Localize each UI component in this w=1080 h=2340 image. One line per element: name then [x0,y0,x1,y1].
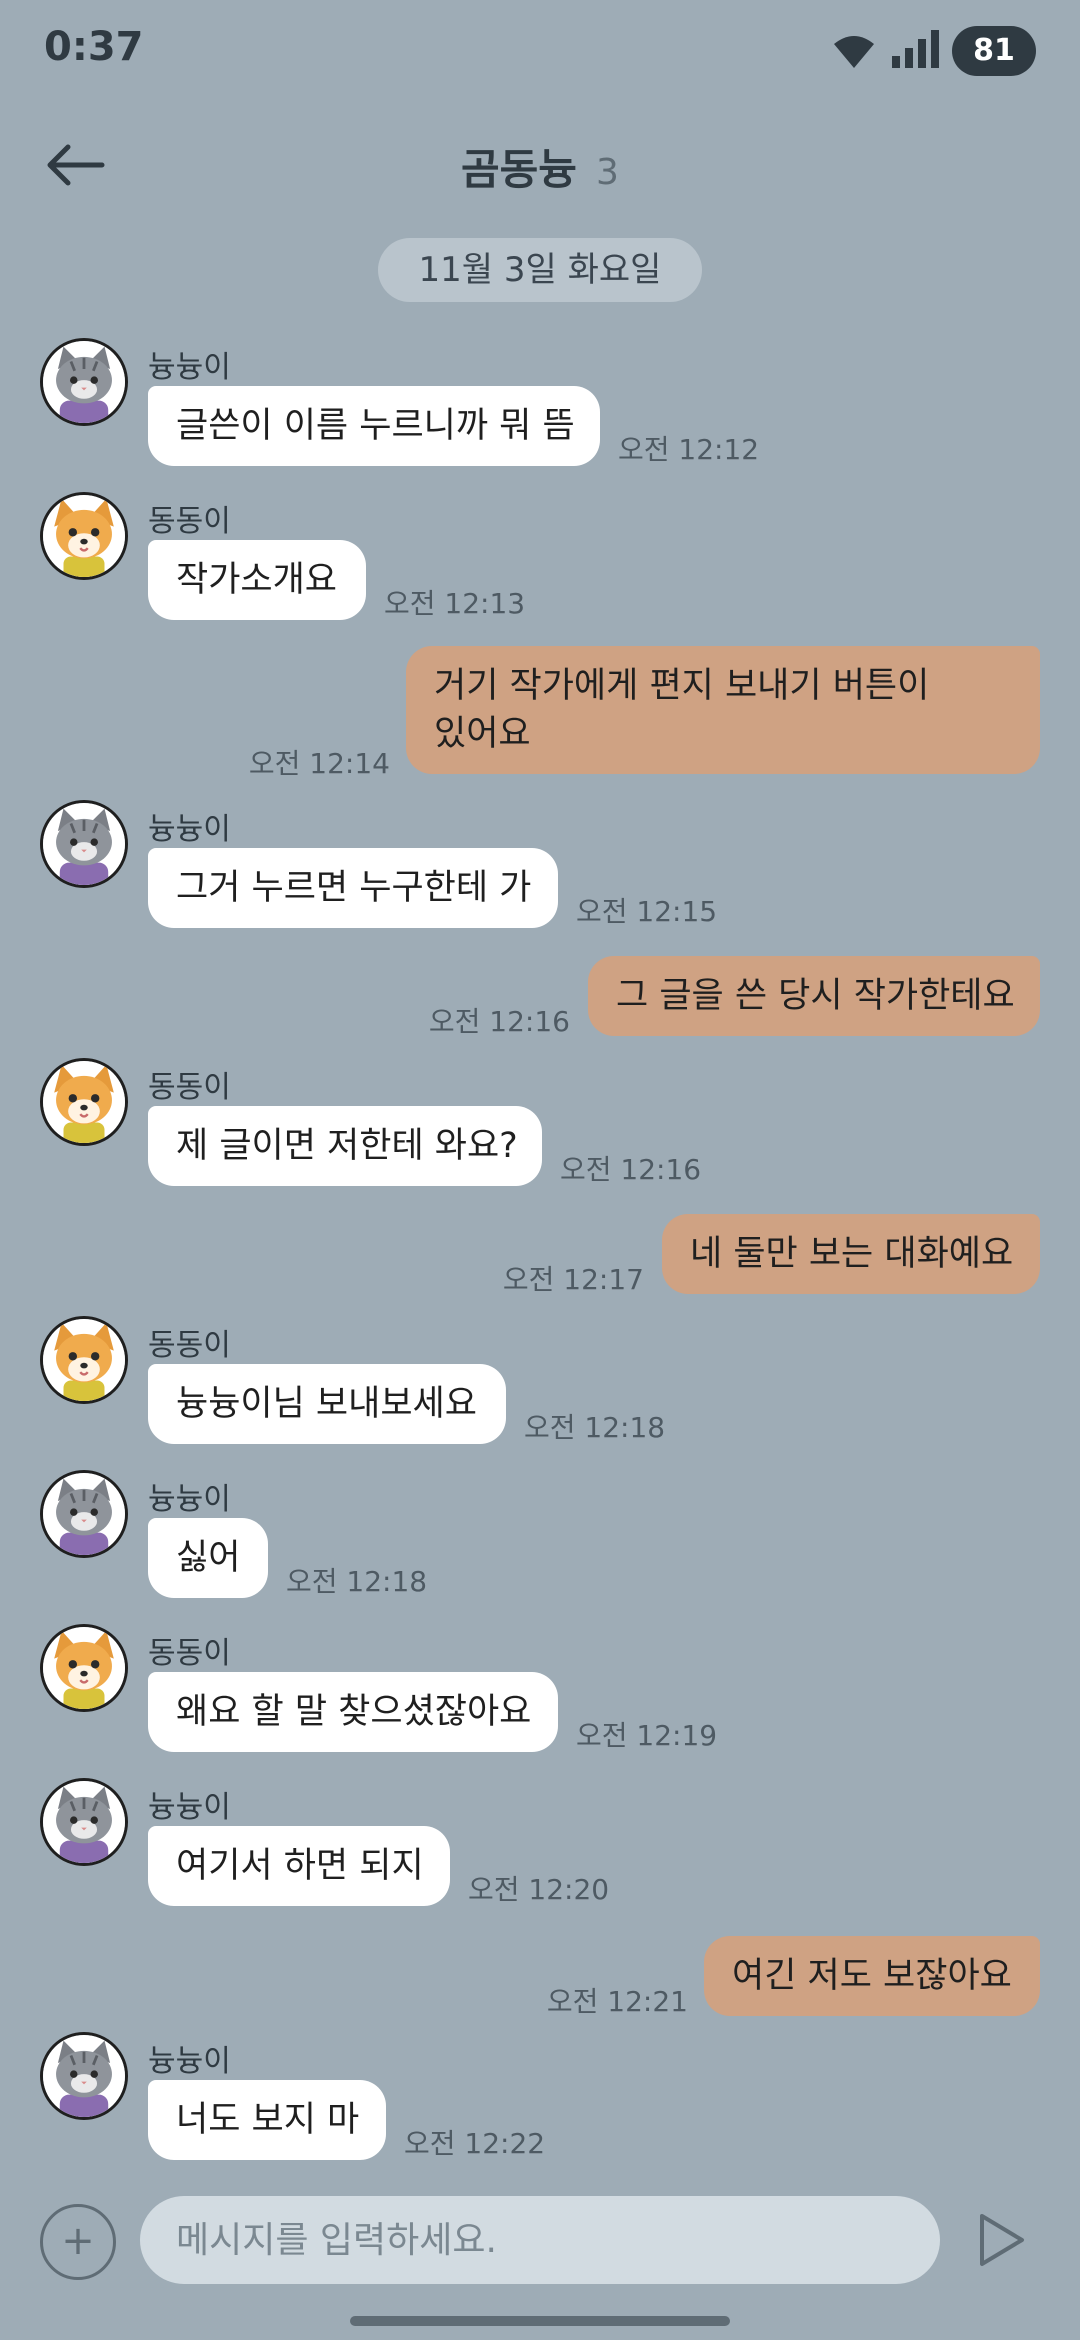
message-bubble[interactable]: 싫어 [148,1518,268,1598]
sender-name: 동동이 [148,1328,231,1363]
sender-name: 늉늉이 [148,2044,231,2079]
message-time: 오전 12:12 [618,433,760,466]
sender-name: 늉늉이 [148,1790,231,1825]
message-time: 오전 12:16 [428,1005,570,1038]
avatar-dog[interactable] [40,1624,128,1712]
message-bubble[interactable]: 여기서 하면 되지 [148,1826,450,1906]
chat-screen: 0:37 81 곰동늉 3 11월 3일 화요일 늉늉이 글쓴이 이름 누르니까 … [0,0,1080,2340]
avatar-cat[interactable] [40,1778,128,1866]
sender-name: 늉늉이 [148,350,231,385]
avatar-cat[interactable] [40,1470,128,1558]
sender-name: 늉늉이 [148,812,231,847]
message-bubble-outgoing[interactable]: 거기 작가에게 편지 보내기 버튼이있어요 [406,646,1040,774]
message-bubble[interactable]: 늉늉이님 보내보세요 [148,1364,506,1444]
sender-name: 동동이 [148,1636,231,1671]
message-bubble[interactable]: 너도 보지 마 [148,2080,386,2160]
message-time: 오전 12:13 [384,587,526,620]
message-bubble[interactable]: 제 글이면 저한테 와요? [148,1106,542,1186]
message-bubble-outgoing[interactable]: 네 둘만 보는 대화예요 [662,1214,1040,1294]
message-time: 오전 12:17 [502,1263,644,1296]
avatar-cat[interactable] [40,2032,128,2120]
message-time: 오전 12:20 [468,1873,610,1906]
message-bubble[interactable]: 왜요 할 말 찾으셨잖아요 [148,1672,558,1752]
message-line: 거기 작가에게 편지 보내기 버튼이 [434,666,930,706]
signal-icon [892,30,939,68]
message-bubble[interactable]: 그거 누르면 누구한테 가 [148,848,558,928]
message-bubble[interactable]: 작가소개요 [148,540,366,620]
composer: + [0,2180,1080,2300]
date-divider: 11월 3일 화요일 [378,238,702,302]
avatar-dog[interactable] [40,492,128,580]
message-time: 오전 12:18 [286,1565,428,1598]
message-time: 오전 12:15 [576,895,718,928]
sender-name: 동동이 [148,1070,231,1105]
message-time: 오전 12:16 [560,1153,702,1186]
avatar-cat[interactable] [40,338,128,426]
chat-header: 곰동늉 3 [0,120,1080,210]
message-bubble-outgoing[interactable]: 여긴 저도 보잖아요 [704,1936,1040,2016]
message-time: 오전 12:21 [546,1985,688,2018]
avatar-cat[interactable] [40,800,128,888]
message-time: 오전 12:22 [404,2127,546,2160]
battery-indicator: 81 [952,26,1036,76]
status-bar: 0:37 81 [0,0,1080,100]
message-bubble-outgoing[interactable]: 그 글을 쓴 당시 작가한테요 [588,956,1040,1036]
message-line: 있어요 [434,714,531,754]
message-time: 오전 12:18 [524,1411,666,1444]
message-input[interactable] [140,2196,940,2284]
status-time: 0:37 [44,24,144,70]
title-wrap: 곰동늉 3 [0,136,1080,197]
message-time: 오전 12:19 [576,1719,718,1752]
avatar-dog[interactable] [40,1058,128,1146]
sender-name: 동동이 [148,504,231,539]
wifi-icon [834,36,874,68]
send-icon[interactable] [976,2210,1028,2270]
sender-name: 늉늉이 [148,1482,231,1517]
add-attachment-button[interactable]: + [40,2204,116,2280]
member-count: 3 [596,152,619,193]
plus-icon: + [61,2218,95,2264]
home-indicator[interactable] [350,2316,730,2326]
message-bubble[interactable]: 글쓴이 이름 누르니까 뭐 뜸 [148,386,600,466]
avatar-dog[interactable] [40,1316,128,1404]
message-time: 오전 12:14 [248,747,390,780]
chat-title: 곰동늉 [461,145,577,194]
